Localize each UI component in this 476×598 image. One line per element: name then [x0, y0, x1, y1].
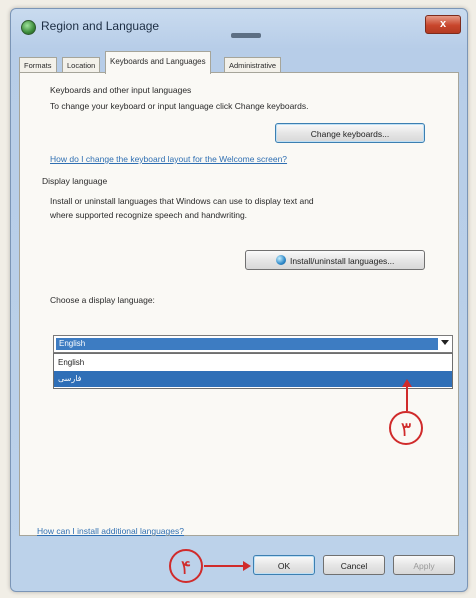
cancel-button[interactable]: Cancel [323, 555, 385, 575]
install-additional-languages-link[interactable]: How can I install additional languages? [37, 526, 184, 536]
globe-icon [21, 20, 36, 35]
apply-button[interactable]: Apply [393, 555, 455, 575]
display-language-description-2: where supported recognize speech and han… [50, 210, 248, 220]
annotation-3-arrowhead [402, 379, 412, 387]
install-uninstall-languages-button[interactable]: Install/uninstall languages... [245, 250, 425, 270]
display-language-description-1: Install or uninstall languages that Wind… [50, 196, 314, 206]
annotation-4-arrowhead [243, 561, 251, 571]
annotation-3-arrow [406, 385, 408, 411]
display-language-selected-value: English [56, 338, 438, 350]
keyboards-description: To change your keyboard or input languag… [50, 101, 309, 111]
annotation-4-arrow [204, 565, 244, 567]
tab-strip: Formats Location Keyboards and Languages… [19, 51, 459, 74]
title-bar-mark [231, 33, 261, 38]
choose-display-language-label: Choose a display language: [50, 295, 155, 305]
title-bar[interactable]: Region and Language x [11, 9, 467, 43]
keyboards-heading: Keyboards and other input languages [50, 85, 192, 95]
close-button[interactable]: x [425, 15, 461, 34]
option-english[interactable]: English [54, 355, 452, 371]
tab-keyboards-and-languages[interactable]: Keyboards and Languages [105, 51, 211, 74]
display-language-options-list: English فارسی [53, 353, 453, 389]
region-language-window: Region and Language x Formats Location K… [10, 8, 468, 592]
annotation-step-3-badge: ۳ [389, 411, 423, 445]
change-keyboards-label: Change keyboards... [310, 129, 390, 139]
option-farsi[interactable]: فارسی [54, 371, 452, 387]
globe-shield-icon [275, 255, 286, 265]
tab-panel: Keyboards and other input languages To c… [19, 72, 459, 536]
install-uninstall-label: Install/uninstall languages... [289, 256, 395, 266]
annotation-step-4-badge: ۴ [169, 549, 203, 583]
chevron-down-icon[interactable] [441, 340, 449, 345]
keyboard-layout-help-link[interactable]: How do I change the keyboard layout for … [50, 154, 287, 164]
change-keyboards-button[interactable]: Change keyboards... [275, 123, 425, 143]
display-language-select[interactable]: English [53, 335, 453, 353]
ok-button[interactable]: OK [253, 555, 315, 575]
window-title: Region and Language [41, 19, 160, 33]
display-language-heading: Display language [42, 176, 108, 186]
